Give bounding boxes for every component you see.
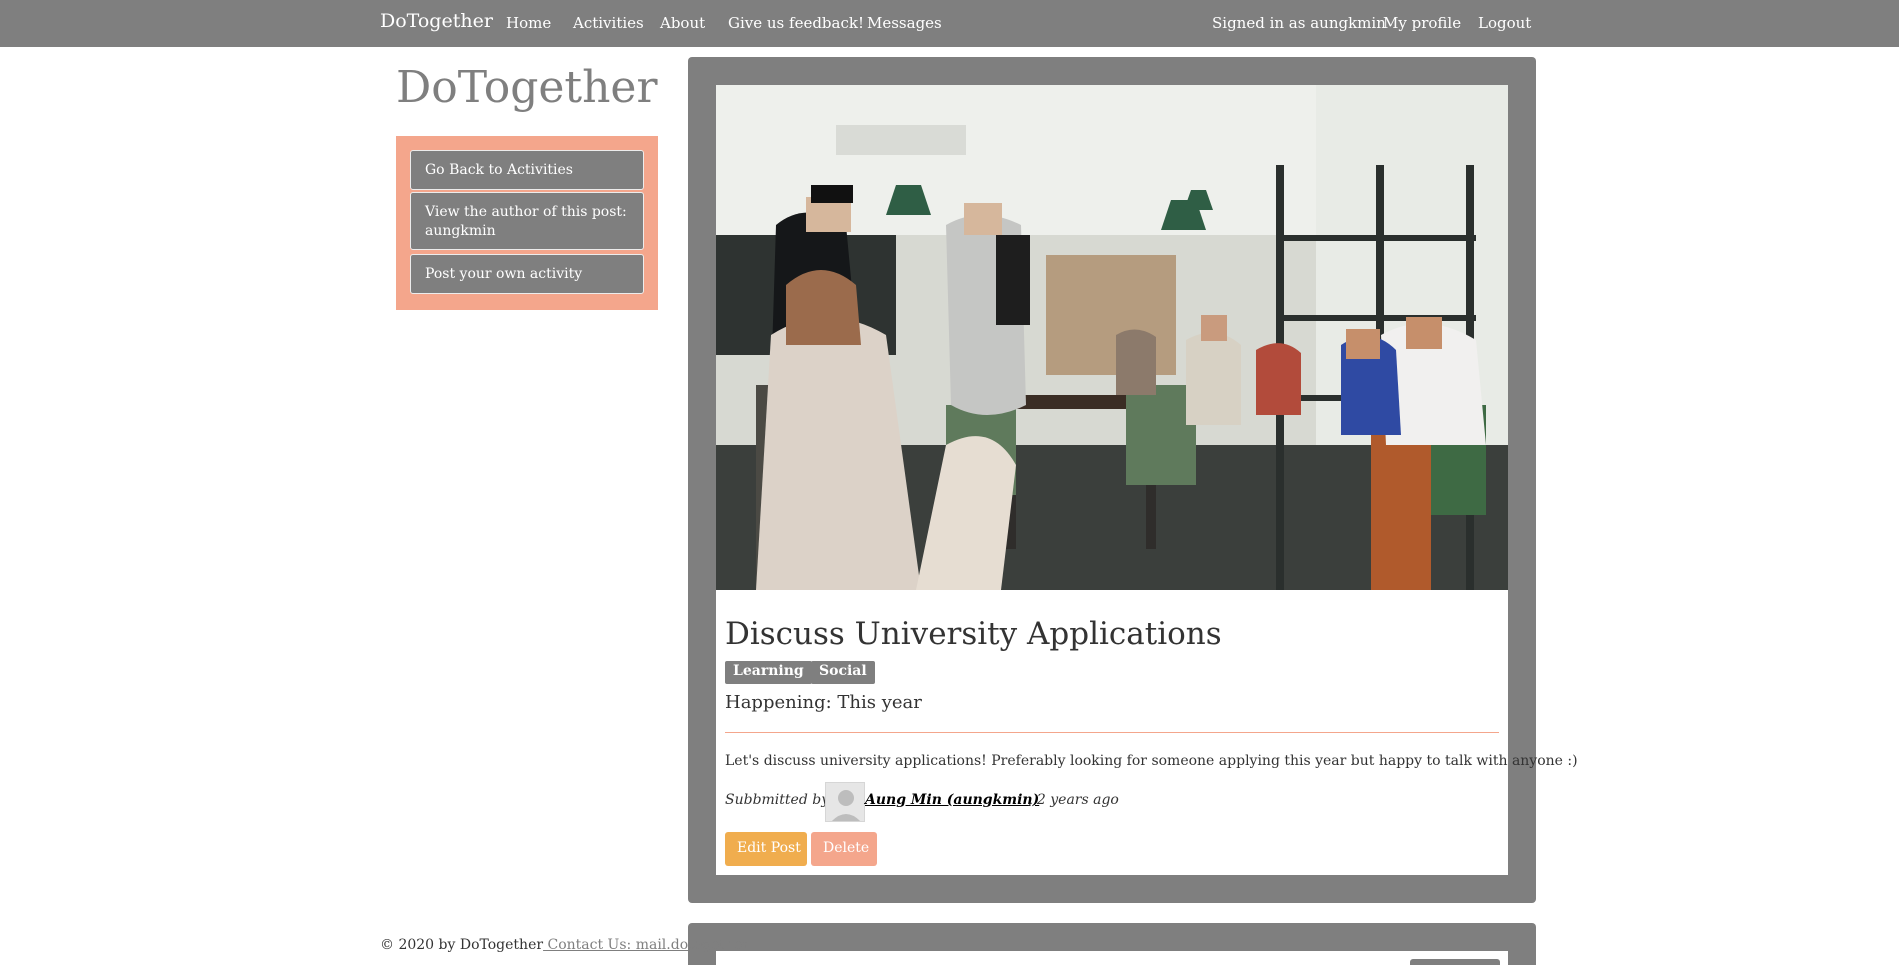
nav-feedback[interactable]: Give us feedback! [728,14,864,32]
tag-badge-learning[interactable]: Learning [725,661,812,684]
edit-post-button[interactable]: Edit Post [725,832,807,866]
signed-in-status: Signed in as aungkmin [1212,14,1386,32]
sidebar-panel: Go Back to Activities View the author of… [396,136,658,310]
author-avatar[interactable] [825,782,865,822]
post-divider [725,732,1499,733]
author-link[interactable]: Aung Min (aungkmin) [865,792,1039,808]
footer: © 2020 by DoTogether Contact Us: mail.do… [380,937,749,953]
submitted-by-label: Subbmitted by: [725,792,834,808]
post-title: Discuss University Applications [725,616,1222,652]
post-activity-button[interactable]: Post your own activity [410,254,644,294]
nav-logout[interactable]: Logout [1478,14,1531,32]
nav-messages[interactable]: Messages [867,14,942,32]
post-description: Let's discuss university applications! P… [725,753,1578,769]
comments-card-button[interactable] [1410,959,1500,965]
nav-home[interactable]: Home [506,14,551,32]
delete-post-button[interactable]: Delete [811,832,877,866]
comments-card [716,951,1508,965]
view-author-button[interactable]: View the author of this post: aungkmin [410,192,644,250]
happening-text: Happening: This year [725,692,922,713]
tag-badge-social[interactable]: Social [811,661,875,684]
brand-link[interactable]: DoTogether [380,10,493,32]
nav-activities[interactable]: Activities [573,14,644,32]
nav-my-profile[interactable]: My profile [1383,14,1461,32]
site-title: DoTogether [396,62,658,113]
footer-contact-link[interactable]: Contact Us: mail.dotogether [543,937,750,953]
post-photo [716,85,1508,590]
nav-about[interactable]: About [660,14,705,32]
go-back-button[interactable]: Go Back to Activities [410,150,644,190]
user-silhouette-icon [826,783,864,821]
posted-ago-text: , 2 years ago [1028,792,1119,808]
top-navbar: DoTogether Home Activities About Give us… [0,0,1899,47]
footer-copyright: © 2020 by DoTogether [380,937,544,953]
